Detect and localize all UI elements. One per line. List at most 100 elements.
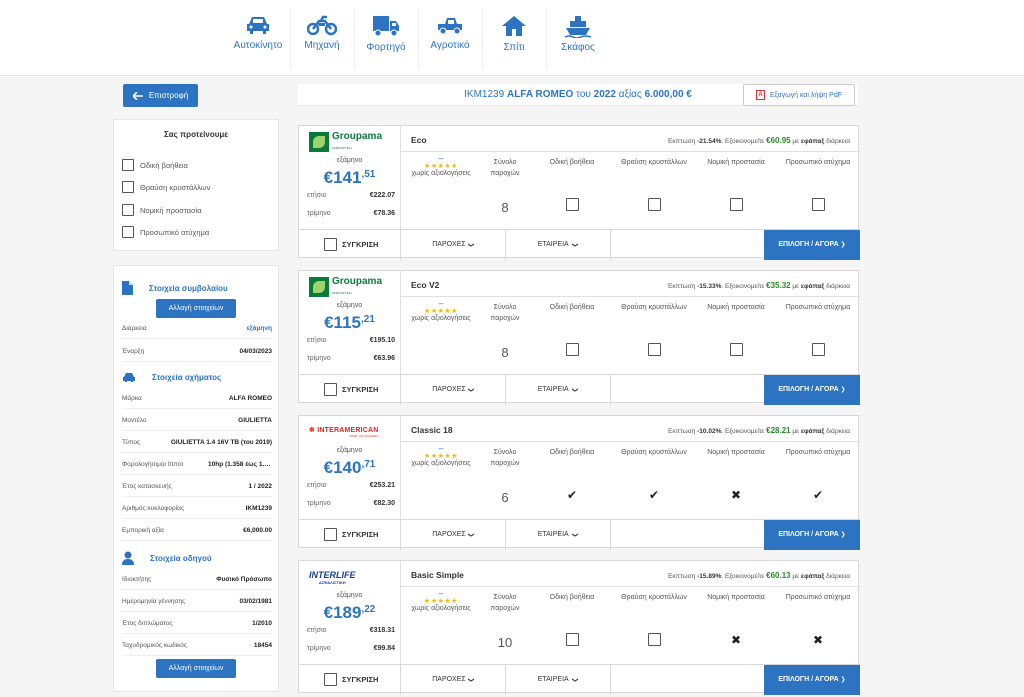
change-driver-details-button[interactable]: Αλλαγή στοιχείων — [156, 659, 236, 678]
nav-label: Μηχανή — [304, 40, 340, 51]
chevron-down-icon: ❯ — [571, 532, 578, 538]
benefit-glass-checkbox[interactable] — [613, 633, 695, 648]
logo-text: Groupama — [332, 275, 383, 287]
buy-label: ΕΠΙΛΟΓΗ / ΑΓΟΡΑ — [778, 676, 839, 683]
checkbox[interactable] — [729, 198, 743, 211]
company-dropdown[interactable]: ΕΤΑΙΡΕΙΑ ❯ — [505, 520, 610, 550]
nav-item-car[interactable]: Αυτοκίνητο — [226, 14, 290, 68]
compare-checkbox[interactable] — [324, 528, 337, 541]
discount-info: Έκπτωση -15.33%. Εξοικονομείτε €35.32 με… — [667, 281, 850, 290]
groupama-logo-mark — [309, 277, 329, 297]
benefit-road-checkbox[interactable] — [531, 633, 613, 648]
compare-toggle[interactable]: ΣΥΓΚΡΙΣΗ — [324, 238, 378, 251]
checkbox[interactable] — [729, 343, 743, 356]
price-integer: €140 — [323, 458, 362, 477]
benefits-dropdown[interactable]: ΠΑΡΟΧΕΣ ❯ — [400, 230, 505, 260]
suggestion-personal-accident[interactable]: Προσωπικό ατύχημα — [122, 225, 209, 239]
total-benefits-count: 8 — [501, 200, 509, 215]
discount-label: Έκπτωση — [667, 573, 696, 580]
checkbox[interactable] — [647, 198, 661, 211]
checkbox[interactable] — [122, 159, 134, 171]
cross-icon: ✖ — [730, 633, 742, 647]
compare-label: ΣΥΓΚΡΙΣΗ — [342, 240, 379, 249]
benefit-personal-checkbox[interactable] — [777, 343, 859, 358]
driver-section-title: Στοιχεία οδηγού — [150, 553, 212, 563]
benefit-road-checkbox[interactable] — [531, 198, 613, 213]
nav-item-boat[interactable]: Σκάφος — [546, 14, 610, 68]
benefit-legal-checkbox[interactable] — [695, 343, 777, 358]
pay-label: εφάπαξ — [800, 138, 825, 145]
benefit-glass-checkbox[interactable] — [613, 198, 695, 213]
suggestion-label: Θραύση κρυστάλλων — [140, 182, 211, 192]
nav-label: Σκάφος — [561, 42, 595, 53]
column-header-road: Οδική βοήθεια — [549, 594, 595, 601]
user-icon — [122, 551, 134, 565]
compare-checkbox[interactable] — [324, 238, 337, 251]
column-header-road: Οδική βοήθεια — [549, 449, 595, 456]
detail-row: Μάρκα ALFA ROMEO — [122, 388, 272, 409]
detail-key: Αριθμός κυκλοφορίας — [122, 504, 185, 512]
pdf-export-button[interactable]: A Εξαγωγή και λήψη PdF — [743, 84, 855, 106]
price-annual-value: €195.10 — [369, 337, 395, 344]
top-nav: Αυτοκίνητο Μηχανή Φορτηγό Αγροτικό Σπίτι… — [0, 0, 1024, 76]
benefits-dropdown[interactable]: ΠΑΡΟΧΕΣ ❯ — [400, 375, 505, 405]
benefits-dropdown[interactable]: ΠΑΡΟΧΕΣ ❯ — [400, 665, 505, 695]
company-dropdown[interactable]: ΕΤΑΙΡΕΙΑ ❯ — [505, 230, 610, 260]
suggestion-road-assistance[interactable]: Οδική βοήθεια — [122, 158, 188, 172]
nav-item-house[interactable]: Σπίτι — [482, 14, 546, 68]
checkbox[interactable] — [122, 204, 134, 216]
detail-key: Ημερομηνία γέννησης — [122, 597, 186, 605]
offer-card: ✽ INTERAMERICAN PART OF ACHMEA εξάμηνο €140… — [298, 415, 860, 550]
select-buy-button[interactable]: ΕΠΙΛΟΓΗ / ΑΓΟΡΑ ❯ — [764, 520, 860, 550]
with-label: με — [792, 573, 800, 580]
checkbox[interactable] — [122, 181, 134, 193]
price-main: €141,51 — [299, 168, 400, 188]
nav-item-truck[interactable]: Φορτηγό — [354, 14, 418, 68]
card-divider — [400, 151, 860, 152]
company-dropdown[interactable]: ΕΤΑΙΡΕΙΑ ❯ — [505, 375, 610, 405]
checkbox[interactable] — [811, 343, 825, 356]
price-integer: €115 — [324, 313, 361, 332]
benefit-road-checkbox[interactable] — [531, 343, 613, 358]
duration-label: διάρκεια — [826, 428, 850, 435]
checkbox[interactable] — [122, 226, 134, 238]
benefit-glass-checkbox[interactable] — [613, 343, 695, 358]
save-label: Εξοικονομείτε — [724, 428, 765, 435]
compare-toggle[interactable]: ΣΥΓΚΡΙΣΗ — [324, 383, 378, 396]
vehicle-year: 2022 — [593, 89, 616, 100]
benefit-legal-checkbox[interactable] — [695, 198, 777, 213]
nav-item-pickup[interactable]: Αγροτικό — [418, 14, 482, 68]
vehicle-plate: IKM1239 — [464, 89, 505, 100]
compare-checkbox[interactable] — [324, 383, 337, 396]
compare-checkbox[interactable] — [324, 673, 337, 686]
footer-divider — [610, 230, 611, 260]
suggestion-legal[interactable]: Νομική προστασία — [122, 203, 202, 217]
benefits-dropdown[interactable]: ΠΑΡΟΧΕΣ ❯ — [400, 520, 505, 550]
nav-item-motorcycle[interactable]: Μηχανή — [290, 14, 354, 68]
checkbox[interactable] — [565, 198, 579, 211]
select-buy-button[interactable]: ΕΠΙΛΟΓΗ / ΑΓΟΡΑ ❯ — [764, 230, 860, 260]
buy-label: ΕΠΙΛΟΓΗ / ΑΓΟΡΑ — [778, 531, 839, 538]
checkbox[interactable] — [647, 343, 661, 356]
suggestion-glass[interactable]: Θραύση κρυστάλλων — [122, 180, 210, 194]
checkbox[interactable] — [811, 198, 825, 211]
compare-toggle[interactable]: ΣΥΓΚΡΙΣΗ — [324, 528, 378, 541]
checkbox[interactable] — [565, 633, 579, 646]
chevron-down-icon: ❯ — [571, 242, 578, 248]
footer-divider — [610, 375, 611, 405]
checkbox[interactable] — [647, 633, 661, 646]
interlife-logo: INTERLIFE ΑΣΦΑΛΙΣΤΙΚΗ — [309, 569, 356, 585]
rating-dash: – — [438, 153, 444, 163]
company-dropdown[interactable]: ΕΤΑΙΡΕΙΑ ❯ — [505, 665, 610, 695]
checkbox[interactable] — [565, 343, 579, 356]
select-buy-button[interactable]: ΕΠΙΛΟΓΗ / ΑΓΟΡΑ ❯ — [764, 375, 860, 405]
compare-toggle[interactable]: ΣΥΓΚΡΙΣΗ — [324, 673, 378, 686]
groupama-logo-mark — [309, 132, 329, 152]
price-quarterly-label: τρίμηνο — [307, 500, 331, 507]
price-main: €189,22 — [299, 603, 400, 623]
save-amount: €60.95 — [766, 136, 791, 145]
change-details-button[interactable]: Αλλαγή στοιχείων — [156, 299, 236, 318]
benefit-personal-checkbox[interactable] — [777, 198, 859, 213]
select-buy-button[interactable]: ΕΠΙΛΟΓΗ / ΑΓΟΡΑ ❯ — [764, 665, 860, 695]
back-button[interactable]: Επιστροφή — [123, 84, 198, 107]
